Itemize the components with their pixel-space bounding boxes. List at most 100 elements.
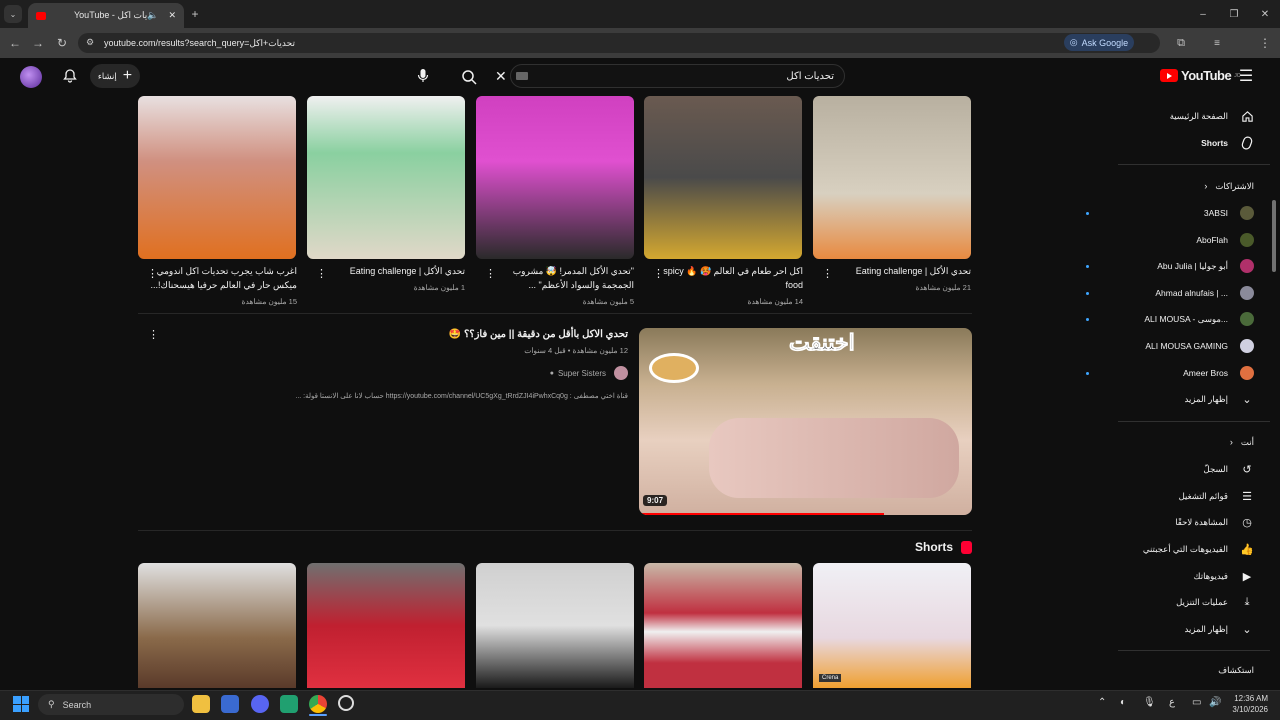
forward-icon[interactable]: →: [29, 34, 47, 52]
short-thumbnail[interactable]: [307, 563, 465, 688]
video-menu-icon[interactable]: ⋮: [485, 267, 496, 280]
video-duration: 9:07: [643, 495, 668, 506]
video-title[interactable]: تحدي الأكل | Eating challenge: [823, 264, 971, 278]
video-title[interactable]: "تحدي الأكل المدمر! 🤯 مشروب الجمجمة والس…: [486, 264, 634, 292]
guide-menu-icon[interactable]: ☰: [1236, 66, 1256, 86]
video-menu-icon[interactable]: ⋮: [822, 267, 833, 280]
sidebar-item-subscription[interactable]: ALI MOUSA GAMING: [1104, 336, 1254, 356]
youtube-logo[interactable]: YouTube JO: [1160, 68, 1241, 83]
sidebar-item-label: Ahmad alnufais | ...: [1155, 288, 1228, 298]
create-button[interactable]: إنشاء +: [90, 64, 140, 88]
tray-app-icon[interactable]: ◐: [1120, 697, 1126, 708]
sidebar-subscriptions-header[interactable]: › الاشتراكات: [1104, 176, 1254, 196]
keyboard-language[interactable]: ع: [1169, 697, 1175, 708]
video-thumbnail[interactable]: [138, 96, 296, 259]
sidebar-item-home[interactable]: الصفحة الرئيسية: [1104, 106, 1254, 126]
video-menu-icon[interactable]: ⋮: [653, 267, 664, 280]
clock[interactable]: 12:36 AM 3/10/2026: [1230, 693, 1268, 715]
browser-tab[interactable]: YouTube - تحديات اكل 🔈 ✕: [28, 3, 184, 28]
sidebar-item-history[interactable]: السجلّ ↺: [1104, 459, 1254, 479]
back-icon[interactable]: ←: [6, 34, 24, 52]
sidebar-you-header[interactable]: › أنت: [1104, 432, 1254, 452]
sidebar-item-liked[interactable]: الفيديوهات التي أعجبتني 👍: [1104, 539, 1254, 559]
network-icon[interactable]: ▭: [1192, 697, 1201, 708]
sidebar-item-subscription[interactable]: AboFlah: [1104, 230, 1254, 250]
plus-icon: +: [122, 67, 133, 84]
reading-list-icon[interactable]: ≡: [1208, 34, 1226, 52]
sidebar-item-downloads[interactable]: عمليات التنزيل ⤓: [1104, 592, 1254, 612]
video-title[interactable]: اكل احر طعام في العالم 🥵 🔥 spicy food: [655, 264, 803, 292]
keyboard-icon[interactable]: [516, 72, 528, 80]
tab-close-icon[interactable]: ✕: [168, 10, 176, 21]
app-circle-icon[interactable]: [338, 695, 354, 711]
sidebar-item-label: 3ABSI: [1203, 208, 1228, 218]
sidebar-item-subscription[interactable]: Ameer Bros: [1086, 363, 1254, 383]
sidebar-item-playlists[interactable]: قوائم التشغيل ☰: [1104, 486, 1254, 506]
window-close-icon[interactable]: ✕: [1256, 5, 1274, 23]
video-thumbnail[interactable]: [813, 96, 971, 259]
search-button[interactable]: [458, 66, 480, 88]
sidebar-show-more[interactable]: إظهار المزيد ⌄: [1104, 619, 1254, 639]
clock-date: 3/10/2026: [1232, 705, 1268, 714]
minimize-icon[interactable]: –: [1194, 5, 1212, 23]
reload-icon[interactable]: ↻: [53, 34, 71, 52]
store-icon[interactable]: [221, 695, 239, 713]
sidebar-item-watch-later[interactable]: المشاهدة لاحقًا ◷: [1104, 512, 1254, 532]
short-thumbnail[interactable]: Crena: [813, 563, 971, 688]
microphone-icon[interactable]: 🎙: [1143, 697, 1156, 708]
sidebar-item-shorts[interactable]: Shorts: [1104, 133, 1254, 153]
video-menu-icon[interactable]: ⋮: [148, 328, 159, 341]
tray-overflow-icon[interactable]: ⌃: [1098, 697, 1106, 708]
thumbnail-overlay-text: اختنقت: [789, 330, 856, 356]
video-menu-icon[interactable]: ⋮: [147, 267, 158, 280]
sidebar-item-subscription[interactable]: Abu Julia | أبو جوليا: [1086, 256, 1254, 276]
video-thumbnail[interactable]: [644, 96, 802, 259]
search-input[interactable]: ✕ تحديات اكل: [495, 64, 845, 88]
sidebar-show-more[interactable]: إظهار المزيد ⌄: [1104, 389, 1254, 409]
discord-icon[interactable]: [251, 695, 269, 713]
ask-google-button[interactable]: ◎ Ask Google: [1064, 34, 1134, 51]
notifications-bell-icon[interactable]: [60, 66, 80, 86]
verified-icon: ●: [549, 369, 554, 377]
sidebar-item-subscription[interactable]: ALI MOUSA - موسى...: [1086, 309, 1254, 329]
site-info-icon[interactable]: ⚙: [86, 37, 94, 48]
clear-search-icon[interactable]: ✕: [495, 68, 507, 85]
sidebar-item-subscription[interactable]: 3ABSI: [1086, 203, 1254, 223]
sidebar-divider: [1118, 164, 1270, 165]
video-title[interactable]: تحدي الأكل | Eating challenge: [317, 264, 465, 278]
download-icon: ⤓: [1244, 595, 1250, 608]
short-thumbnail[interactable]: [476, 563, 634, 688]
video-menu-icon[interactable]: ⋮: [316, 267, 327, 280]
new-tab-icon[interactable]: +: [186, 5, 204, 23]
voice-search-icon[interactable]: [413, 66, 433, 86]
video-title[interactable]: اغرب شاب يجرب تحديات اكل اندومي ميكس حار…: [149, 264, 297, 292]
short-thumbnail[interactable]: [644, 563, 802, 688]
channel-link[interactable]: ● Super Sisters: [440, 366, 628, 380]
channel-name[interactable]: Super Sisters: [558, 369, 606, 378]
browser-menu-icon[interactable]: ⋮: [1256, 34, 1274, 52]
sidebar-item-label: Shorts: [1201, 138, 1228, 148]
extensions-icon[interactable]: ⧉: [1172, 34, 1190, 52]
sidebar-scrollbar[interactable]: [1272, 60, 1277, 690]
video-thumbnail[interactable]: [307, 96, 465, 259]
app-icon[interactable]: [280, 695, 298, 713]
windows-start-icon[interactable]: [13, 696, 29, 712]
tab-search-icon[interactable]: ⌄: [4, 5, 22, 23]
taskbar-search[interactable]: ⚲ Search: [38, 694, 184, 715]
video-thumbnail[interactable]: [476, 96, 634, 259]
tab-audio-icon[interactable]: 🔈: [147, 10, 158, 21]
file-explorer-icon[interactable]: [192, 695, 210, 713]
featured-video-thumbnail[interactable]: اختنقت 9:07: [639, 328, 972, 515]
chrome-icon[interactable]: [309, 695, 327, 713]
restore-icon[interactable]: ❐: [1225, 5, 1243, 23]
short-thumbnail[interactable]: [138, 563, 296, 688]
ask-google-label: Ask Google: [1081, 37, 1129, 48]
featured-video-title[interactable]: تحدي الاكل باأقل من دقيقة || مين فاز؟؟ 🤩: [330, 329, 628, 340]
sidebar-item-your-videos[interactable]: فيديوهاتك ▶: [1104, 566, 1254, 586]
account-avatar[interactable]: [20, 66, 42, 88]
video-meta: 21 مليون مشاهدة: [915, 283, 971, 292]
address-bar[interactable]: ⚙ youtube.com/results?search_query=تحديا…: [78, 33, 1160, 53]
sidebar-item-subscription[interactable]: Ahmad alnufais | ...: [1086, 283, 1254, 303]
volume-icon[interactable]: 🔊: [1209, 697, 1221, 708]
video-meta: 15 مليون مشاهدة: [241, 297, 297, 306]
